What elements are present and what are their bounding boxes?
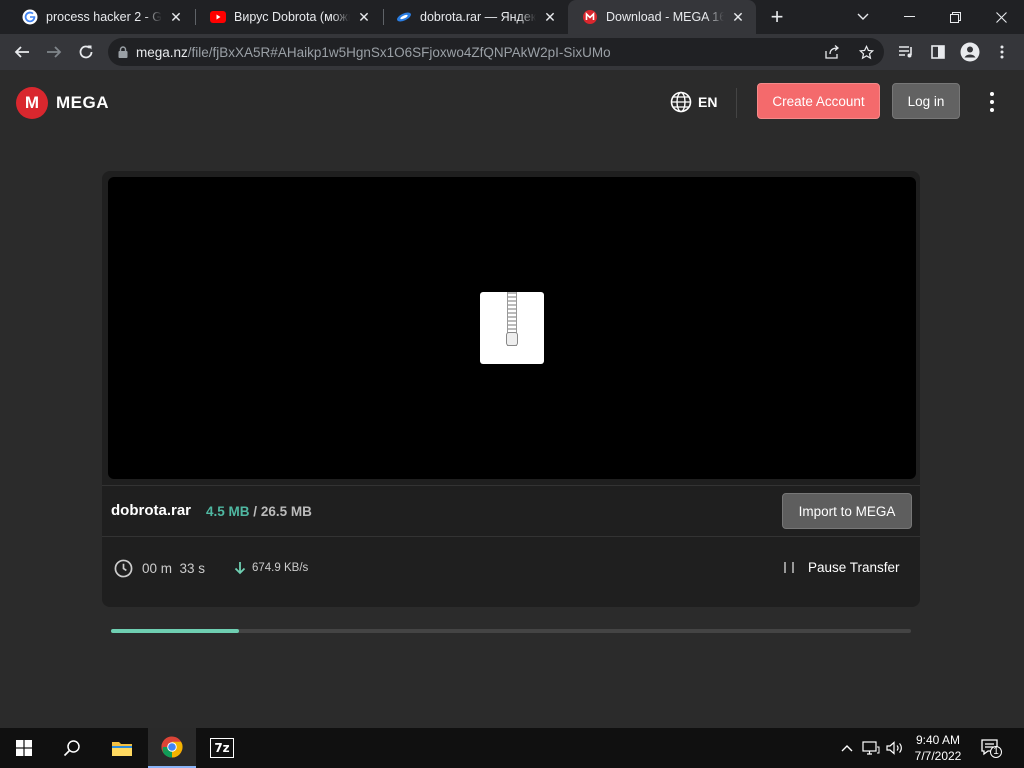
profile-icon[interactable]	[956, 38, 984, 66]
browser-toolbar: mega.nz/file/fjBxXA5R#AHaikp1w5HgnSx1O6S…	[0, 34, 1024, 70]
forward-icon[interactable]	[40, 38, 68, 66]
pause-transfer-button[interactable]: Pause Transfer	[784, 560, 900, 575]
browser-menu-icon[interactable]	[988, 38, 1016, 66]
header-divider	[736, 88, 737, 118]
total-size: 26.5 MB	[260, 504, 312, 519]
create-account-button[interactable]: Create Account	[757, 83, 880, 119]
mega-logo[interactable]: M MEGA	[16, 87, 109, 119]
restore-icon[interactable]	[932, 0, 978, 34]
windows-start-icon[interactable]	[0, 728, 48, 768]
language-selector[interactable]: EN	[670, 91, 717, 113]
network-icon[interactable]	[862, 740, 880, 756]
notification-count: 1	[993, 746, 999, 757]
mega-icon	[582, 9, 598, 25]
close-tab-icon[interactable]: ✕	[542, 9, 558, 25]
url-path: /file/fjBxXA5R#AHaikp1w5HgnSx1O6SFjoxwo4…	[187, 44, 611, 60]
file-info-row: dobrota.rar 4.5 MB / 26.5 MB Import to M…	[102, 485, 920, 537]
mega-logo-badge: M	[16, 87, 48, 119]
tab-title: Вирус Dobrota (можно	[234, 10, 350, 24]
windows-taskbar: 7z 9:40 AM 7/7/2022 1	[0, 728, 1024, 768]
transfer-speed: 674.9 KB/s	[234, 561, 308, 575]
url-host: mega.nz	[136, 44, 188, 60]
size-separator: /	[253, 504, 258, 519]
7zip-taskbar-icon[interactable]: 7z	[198, 728, 246, 768]
show-hidden-icons-icon[interactable]	[838, 740, 856, 756]
download-progress-fill	[111, 629, 239, 633]
file-name: dobrota.rar	[111, 502, 192, 519]
download-arrow-icon	[234, 562, 246, 575]
bookmark-star-icon[interactable]	[858, 44, 874, 60]
mega-logo-text: MEGA	[56, 93, 109, 112]
download-card: dobrota.rar 4.5 MB / 26.5 MB Import to M…	[102, 171, 920, 633]
notification-center-icon[interactable]: 1	[980, 738, 1002, 758]
back-icon[interactable]	[8, 38, 36, 66]
zipper-pull	[506, 332, 518, 346]
close-tab-icon[interactable]: ✕	[356, 9, 372, 25]
transfer-status-row: 00 m 33 s 674.9 KB/s Pause Transfer	[102, 537, 920, 595]
archive-file-icon	[480, 292, 544, 364]
lock-icon[interactable]	[108, 46, 136, 58]
7zip-label: 7z	[210, 738, 234, 758]
globe-icon	[670, 91, 692, 113]
time-remaining-text: 00 m 33 s	[142, 561, 206, 576]
file-explorer-icon[interactable]	[98, 728, 146, 768]
login-button[interactable]: Log in	[892, 83, 960, 119]
side-panel-icon[interactable]	[924, 38, 952, 66]
chrome-taskbar-icon[interactable]	[148, 728, 196, 768]
google-icon	[22, 9, 38, 25]
tab-search-icon[interactable]	[840, 0, 886, 34]
clock-date: 7/7/2022	[914, 749, 962, 763]
tab-youtube-dobrota[interactable]: Вирус Dobrota (можно ✕	[196, 0, 382, 34]
file-preview	[108, 177, 916, 479]
yandex-disk-icon	[396, 9, 412, 25]
tab-title: dobrota.rar — Яндекс.	[420, 10, 536, 24]
more-options-icon[interactable]	[980, 92, 1004, 112]
volume-icon[interactable]	[886, 740, 904, 756]
close-tab-icon[interactable]: ✕	[730, 9, 746, 25]
taskbar-search-icon[interactable]	[48, 728, 96, 768]
url-text: mega.nz/file/fjBxXA5R#AHaikp1w5HgnSx1O6S…	[136, 45, 611, 60]
mega-page: M MEGA EN Create Account Log in dobrota.…	[0, 70, 1024, 728]
browser-tab-strip: process hacker 2 - Google ✕ Вирус Dobrot…	[0, 0, 1024, 34]
system-clock[interactable]: 9:40 AM 7/7/2022	[906, 732, 970, 764]
close-window-icon[interactable]	[978, 0, 1024, 34]
tab-process-hacker[interactable]: process hacker 2 - Google ✕	[8, 0, 194, 34]
tab-title: process hacker 2 - Google	[46, 10, 162, 24]
new-tab-button[interactable]: +	[766, 6, 788, 28]
download-progress-bar	[111, 629, 911, 633]
import-to-mega-button[interactable]: Import to MEGA	[782, 493, 912, 529]
time-remaining: 00 m 33 s	[114, 559, 205, 578]
youtube-icon	[210, 9, 226, 25]
tab-yandex-disk[interactable]: dobrota.rar — Яндекс. ✕	[382, 0, 568, 34]
address-bar[interactable]: mega.nz/file/fjBxXA5R#AHaikp1w5HgnSx1O6S…	[108, 38, 884, 66]
tab-title: Download - MEGA 16%	[606, 10, 724, 24]
clock-time: 9:40 AM	[915, 733, 961, 747]
tab-mega-download[interactable]: Download - MEGA 16% ✕	[568, 0, 756, 34]
pause-icon	[784, 561, 794, 574]
downloaded-size: 4.5 MB	[206, 504, 250, 519]
minimize-icon[interactable]	[886, 0, 932, 34]
share-icon[interactable]	[824, 44, 840, 60]
transfer-speed-text: 674.9 KB/s	[252, 562, 309, 574]
language-label: EN	[698, 94, 718, 110]
close-tab-icon[interactable]: ✕	[168, 9, 184, 25]
reload-icon[interactable]	[72, 38, 100, 66]
clock-icon	[114, 559, 133, 578]
media-playlist-icon[interactable]	[892, 38, 920, 66]
download-size: 4.5 MB / 26.5 MB	[206, 504, 312, 519]
pause-transfer-label: Pause Transfer	[808, 560, 900, 575]
